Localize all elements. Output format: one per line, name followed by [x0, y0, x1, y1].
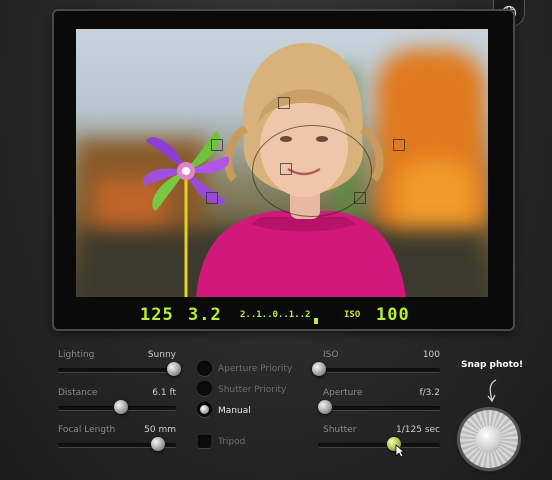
focal-length-slider-knob[interactable] — [151, 437, 165, 451]
viewfinder-info-bar: 125 3.2 2..1..0..1..2 ISO 100 — [76, 303, 488, 327]
tripod-checkbox[interactable] — [198, 435, 211, 448]
viewfinder: 125 3.2 2..1..0..1..2 ISO 100 — [54, 11, 513, 329]
focal-length-value: 50 mm — [144, 425, 176, 435]
iso-label: ISO — [323, 350, 339, 360]
aperture-slider[interactable] — [318, 406, 440, 411]
lighting-label: Lighting — [58, 350, 95, 360]
vf-iso: 100 — [376, 305, 410, 325]
manual-label[interactable]: Manual — [218, 406, 251, 416]
vf-iso-label: ISO — [344, 310, 361, 320]
iso-value: 100 — [422, 350, 440, 360]
vf-exposure-scale: 2..1..0..1..2 — [240, 310, 311, 320]
focal-length-label: Focal Length — [58, 425, 116, 435]
aperture-priority-label[interactable]: Aperture Priority — [218, 364, 292, 374]
tripod-label[interactable]: Tripod — [218, 437, 245, 447]
manual-radio[interactable] — [197, 402, 212, 417]
vf-aperture: 3.2 — [188, 305, 222, 325]
distance-label: Distance — [58, 388, 98, 398]
aperture-slider-knob[interactable] — [318, 400, 332, 414]
shutter-button[interactable] — [460, 410, 518, 468]
aperture-priority-radio[interactable] — [197, 361, 212, 376]
shutter-priority-radio[interactable] — [197, 381, 212, 396]
shutter-slider[interactable] — [318, 443, 440, 448]
aperture-value: f/3.2 — [419, 388, 440, 398]
vf-exposure-indicator — [314, 318, 318, 324]
shutter-label: Shutter — [323, 425, 357, 435]
distance-value: 6.1 ft — [152, 388, 176, 398]
shutter-priority-label[interactable]: Shutter Priority — [218, 385, 286, 395]
cursor-icon — [395, 444, 405, 458]
subject-pinwheel — [142, 131, 230, 297]
iso-slider-knob[interactable] — [312, 362, 326, 376]
distance-slider-knob[interactable] — [114, 400, 128, 414]
lighting-slider[interactable] — [58, 368, 176, 373]
iso-slider[interactable] — [318, 368, 440, 373]
viewfinder-scene — [76, 29, 488, 297]
shutter-value: 1/125 sec — [396, 425, 440, 435]
aperture-label: Aperture — [323, 388, 363, 398]
vf-shutter: 125 — [140, 305, 174, 325]
curved-arrow-down-icon — [487, 379, 497, 403]
lighting-slider-knob[interactable] — [167, 362, 181, 376]
lighting-value: Sunny — [147, 350, 176, 360]
snap-photo-label: Snap photo! — [461, 360, 524, 370]
